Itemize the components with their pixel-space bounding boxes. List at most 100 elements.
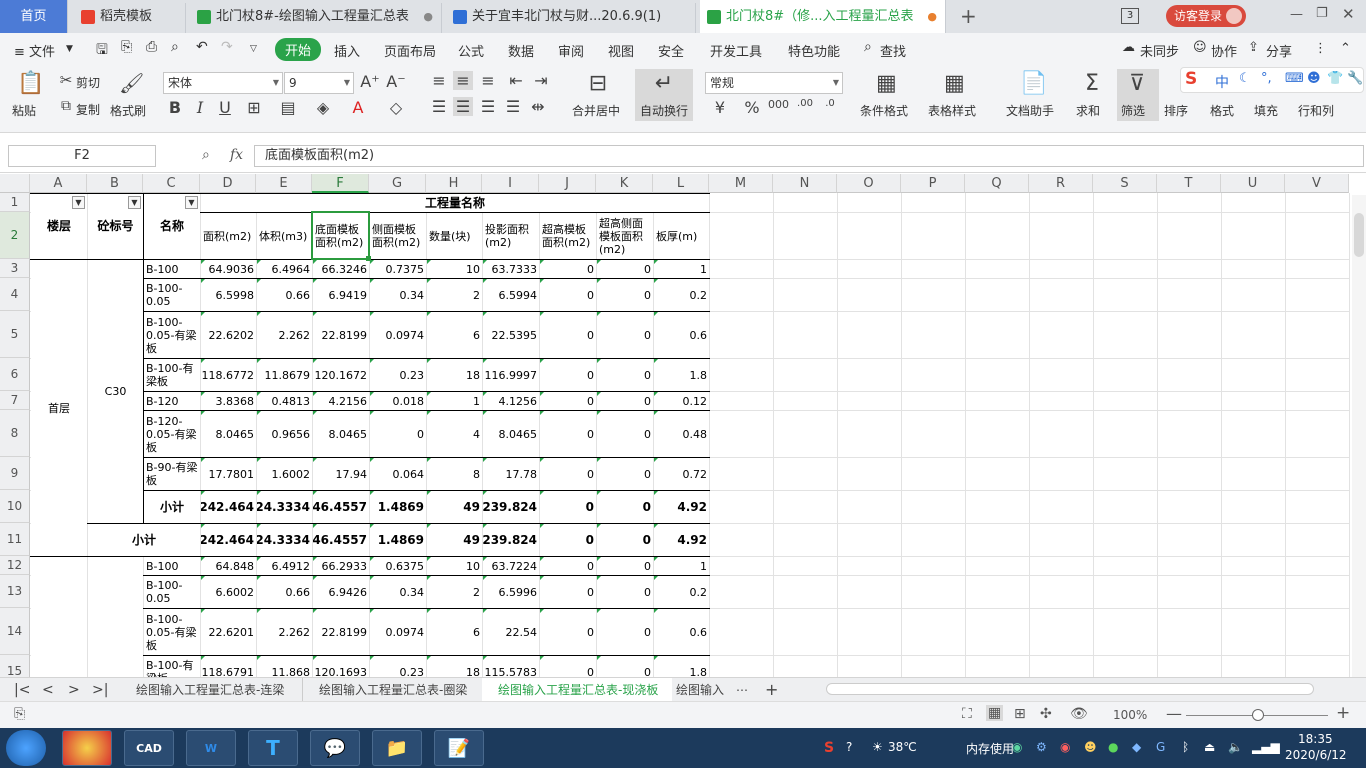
font-shrink-icon[interactable]: A⁻ — [386, 72, 406, 91]
data-cell[interactable]: 17.78 — [483, 458, 539, 490]
row-name[interactable]: B-100-0.05-有梁板 — [144, 312, 200, 358]
data-cell[interactable]: 2 — [427, 576, 482, 608]
data-cell[interactable]: 2 — [427, 279, 482, 311]
row-name[interactable]: B-100-0.05 — [144, 279, 200, 311]
tab-doc3-close-icon[interactable]: ● — [927, 0, 937, 33]
data-cell[interactable]: 4 — [427, 411, 482, 457]
row-header-4[interactable]: 4 — [0, 278, 30, 311]
restore-icon[interactable]: ❐ — [1316, 6, 1328, 21]
data-cell[interactable]: 0 — [540, 557, 596, 575]
data-cell[interactable]: 2.262 — [257, 609, 312, 655]
header-qty[interactable]: 数量(块) — [427, 213, 482, 259]
network-icon[interactable]: ▂▄▆ — [1252, 740, 1280, 754]
data-cell[interactable]: 0.7375 — [370, 260, 426, 278]
grade-subtotal-cell[interactable]: 242.464 — [201, 524, 256, 556]
subtotal-cell[interactable]: 239.824 — [483, 491, 539, 523]
header-proj[interactable]: 投影面积(m2) — [483, 213, 539, 259]
menu-formula[interactable]: 公式 — [458, 41, 484, 60]
user-icon[interactable]: ☻ — [1307, 71, 1321, 86]
grade-subtotal-cell[interactable]: 49 — [427, 524, 482, 556]
sheet-tab-lianliang[interactable]: 绘图输入工程量汇总表-连梁 — [120, 678, 300, 702]
row-header-1[interactable]: 1 — [0, 193, 30, 212]
data-cell[interactable]: 8.0465 — [201, 411, 256, 457]
data-cell[interactable]: 4.2156 — [313, 392, 369, 410]
tray-icon-4[interactable]: ☻ — [1084, 740, 1097, 754]
data-cell[interactable]: 8.0465 — [313, 411, 369, 457]
data-cell[interactable]: 0 — [597, 260, 653, 278]
grade-subtotal-cell[interactable]: 1.4869 — [370, 524, 426, 556]
floor-cell-2[interactable] — [31, 557, 87, 677]
data-cell[interactable]: 0 — [540, 656, 596, 677]
currency-icon[interactable]: ¥ — [710, 98, 730, 117]
grade-subtotal-cell[interactable]: 0 — [540, 524, 596, 556]
wechat-taskbar-icon[interactable]: 💬 — [310, 730, 360, 766]
paste-button[interactable]: 粘贴 — [12, 102, 36, 119]
print-icon[interactable]: ⎙ — [146, 39, 157, 55]
header-area[interactable]: 面积(m2) — [201, 213, 256, 259]
sheet-tab-quanliang[interactable]: 绘图输入工程量汇总表-圈梁 — [302, 678, 482, 702]
macro-icon[interactable]: ⎘ — [14, 706, 25, 722]
data-cell[interactable]: 0 — [597, 609, 653, 655]
data-cell[interactable]: 6.9426 — [313, 576, 369, 608]
data-cell[interactable]: 6.6002 — [201, 576, 256, 608]
data-cell[interactable]: 3.8368 — [201, 392, 256, 410]
row-name[interactable]: B-90-有梁板 — [144, 458, 200, 490]
subtotal-label[interactable]: 小计 — [144, 491, 200, 523]
font-grow-icon[interactable]: A⁺ — [360, 72, 380, 91]
normal-view-icon[interactable]: ▦ — [986, 705, 1004, 721]
floor-cell[interactable]: 首层 — [31, 260, 87, 556]
data-cell[interactable]: 0 — [540, 359, 596, 391]
data-cell[interactable]: 0 — [597, 392, 653, 410]
font-family-select[interactable]: 宋体 ▼ — [163, 72, 283, 94]
align-middle-icon[interactable]: ≡ — [453, 71, 473, 90]
data-cell[interactable]: 0.0974 — [370, 609, 426, 655]
align-top-icon[interactable]: ≡ — [429, 71, 449, 90]
table-style-button[interactable]: 表格样式 — [928, 102, 976, 119]
wps-taskbar-icon[interactable]: W — [186, 730, 236, 766]
horizontal-scrollbar[interactable] — [826, 683, 1314, 695]
window-count-badge[interactable]: 3 — [1121, 8, 1139, 24]
data-cell[interactable]: 6.9419 — [313, 279, 369, 311]
tools-icon[interactable]: 🔧 — [1347, 71, 1363, 86]
data-cell[interactable]: 118.6772 — [201, 359, 256, 391]
row-header-9[interactable]: 9 — [0, 457, 30, 490]
data-cell[interactable]: 0 — [540, 458, 596, 490]
column-header-E[interactable]: E — [256, 174, 312, 193]
data-cell[interactable]: 0 — [597, 279, 653, 311]
text-app-taskbar-icon[interactable]: T — [248, 730, 298, 766]
subtotal-cell[interactable]: 49 — [427, 491, 482, 523]
column-header-D[interactable]: D — [200, 174, 256, 193]
data-cell[interactable]: 0 — [597, 411, 653, 457]
grade-cell[interactable]: C30 — [88, 260, 143, 523]
tab-home[interactable]: 首页 — [0, 0, 68, 33]
data-cell[interactable]: 0 — [597, 656, 653, 677]
data-cell[interactable]: 0.9656 — [257, 411, 312, 457]
data-cell[interactable]: 6.5998 — [201, 279, 256, 311]
minimize-icon[interactable]: — — [1290, 7, 1303, 22]
data-cell[interactable]: 118.6791 — [201, 656, 256, 677]
keyboard-icon[interactable]: ⌨ — [1285, 71, 1304, 86]
data-cell[interactable]: 6.4964 — [257, 260, 312, 278]
clock-time[interactable]: 18:35 — [1298, 732, 1333, 746]
data-cell[interactable]: 0 — [597, 557, 653, 575]
data-cell[interactable]: 0.6375 — [370, 557, 426, 575]
grade-cell-2[interactable] — [88, 557, 143, 677]
save-icon[interactable]: 🖫 — [96, 39, 108, 63]
cad-taskbar-icon[interactable]: CAD — [124, 730, 174, 766]
conditional-format-button[interactable]: 条件格式 — [860, 102, 908, 119]
menu-search[interactable]: 查找 — [880, 41, 906, 60]
merge-center-button[interactable]: 合并居中 — [572, 102, 620, 119]
column-header-A[interactable]: A — [30, 174, 87, 193]
tray-icon-6[interactable]: ◆ — [1132, 740, 1141, 754]
column-header-H[interactable]: H — [426, 174, 482, 193]
start-icon[interactable] — [6, 730, 46, 766]
column-header-I[interactable]: I — [482, 174, 539, 193]
zoom-formula-icon[interactable]: ⌕ — [202, 147, 210, 163]
bluetooth-icon[interactable]: ᛒ — [1182, 740, 1189, 754]
fullscreen-icon[interactable]: ⛶ — [962, 706, 972, 722]
justify-icon[interactable]: ☰ — [503, 97, 523, 116]
data-cell[interactable]: 0 — [540, 411, 596, 457]
data-cell[interactable]: 0.6 — [654, 312, 709, 358]
page-break-view-icon[interactable]: ⊞ — [1014, 706, 1026, 722]
data-cell[interactable]: 18 — [427, 656, 482, 677]
